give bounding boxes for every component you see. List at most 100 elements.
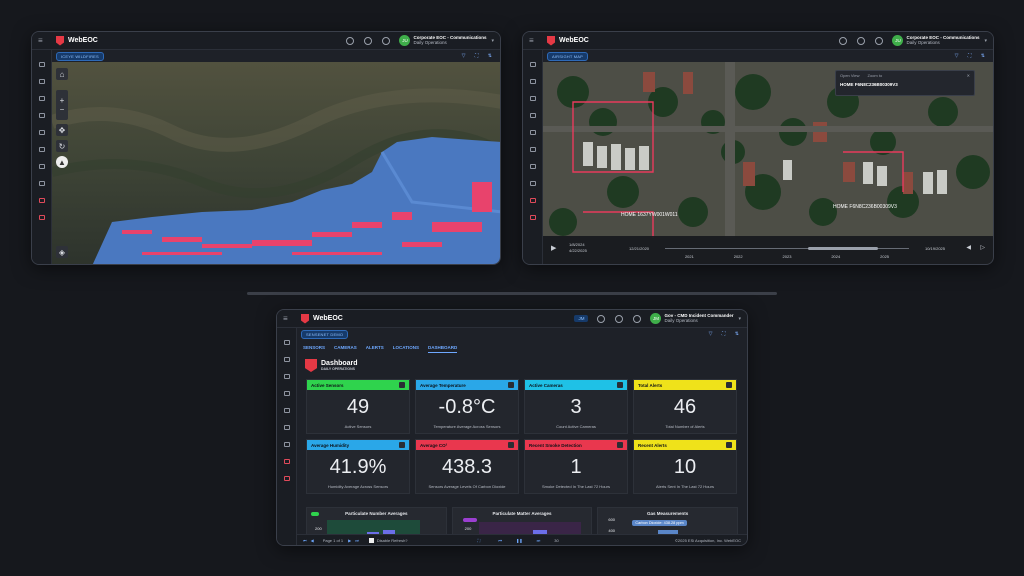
chart-icon[interactable] — [38, 215, 45, 220]
avatar[interactable]: JU — [399, 35, 411, 46]
metric-card[interactable]: Average Humidity 41.9% Humidity Average Ac… — [306, 439, 410, 494]
first-page-icon[interactable]: ⏮ — [303, 538, 307, 543]
tab-dashboard[interactable]: DASHBOARD — [427, 345, 458, 353]
board-chip[interactable]: ICEYE WILDFIRES — [56, 51, 104, 61]
checklist-icon[interactable] — [283, 357, 290, 362]
boards-icon[interactable] — [529, 79, 536, 84]
metric-card[interactable]: Recent Alerts 10 Alerts Sent In The Last 7… — [633, 439, 737, 494]
user-info[interactable]: Gov - CMD Incident Commander Daily Opera… — [664, 313, 733, 324]
help-icon[interactable] — [839, 36, 848, 45]
book-icon[interactable] — [283, 442, 290, 447]
mini-chart-matter[interactable]: Particulate Matter Averages 200 — [451, 507, 593, 534]
chat-icon[interactable] — [38, 147, 45, 152]
users-icon[interactable] — [633, 314, 642, 323]
chevron-down-icon[interactable]: ▾ — [491, 38, 494, 44]
card-menu-icon[interactable] — [399, 442, 405, 448]
metric-card[interactable]: Average CO² 438.3 Sensors Average Levels O… — [415, 439, 519, 494]
pan-icon[interactable]: ✥ — [56, 124, 68, 136]
checklist-icon[interactable] — [38, 96, 45, 101]
pause-icon[interactable]: ❚❚ — [516, 538, 523, 543]
users-icon[interactable] — [382, 36, 391, 45]
layers-icon[interactable]: ◈ — [56, 246, 68, 258]
bell-icon[interactable] — [857, 36, 866, 45]
chat-icon[interactable] — [529, 147, 536, 152]
tab-cameras[interactable]: CAMERAS — [334, 345, 357, 353]
refresh-checkbox[interactable] — [368, 537, 374, 543]
map-icon[interactable] — [283, 391, 290, 396]
metric-card[interactable]: Recent Smoke Detection 1 Smoke Detected In… — [524, 439, 628, 494]
home-icon[interactable] — [283, 340, 290, 345]
skip-back-icon[interactable]: ⏮ — [498, 538, 502, 543]
terrain-map[interactable]: ⌂ + − ✥ ↻ ▲ ◈ — [52, 62, 500, 264]
rotate-icon[interactable]: ↻ — [56, 140, 68, 152]
users-icon[interactable] — [875, 36, 884, 45]
play-icon[interactable]: ▶ — [551, 244, 556, 252]
tab-sensors[interactable]: SENSORS — [303, 345, 325, 353]
chart-icon[interactable] — [283, 476, 290, 481]
board-chip[interactable]: AIRSIGHT MAP — [547, 51, 588, 61]
step-forward-icon[interactable]: ▷ — [980, 244, 985, 251]
zoom-to-link[interactable]: Zoom to — [868, 73, 883, 78]
home-view-icon[interactable]: ⌂ — [56, 68, 68, 80]
fit-icon[interactable]: ⛶ — [478, 538, 481, 543]
metric-card[interactable]: Active Cameras 3 Count Active Cameras — [524, 379, 628, 434]
card-menu-icon[interactable] — [617, 442, 623, 448]
card-menu-icon[interactable] — [508, 382, 514, 388]
menu-icon[interactable]: ≡ — [283, 314, 295, 323]
boards-icon[interactable] — [283, 374, 290, 379]
panel-tools[interactable]: ▽ ⛶ ⇅ — [955, 53, 989, 59]
panel-tools[interactable]: ▽ ⛶ ⇅ — [709, 331, 743, 337]
card-menu-icon[interactable] — [508, 442, 514, 448]
checklist-icon[interactable] — [529, 96, 536, 101]
audio-icon[interactable] — [283, 425, 290, 430]
step-back-icon[interactable]: ◀ — [966, 244, 971, 251]
avatar[interactable]: JU — [892, 35, 904, 46]
home-icon[interactable] — [38, 62, 45, 67]
timeline-range[interactable] — [808, 247, 878, 250]
card-menu-icon[interactable] — [399, 382, 405, 388]
chevron-down-icon[interactable]: ▾ — [984, 38, 987, 44]
page-size[interactable]: 30 — [554, 538, 558, 543]
book-icon[interactable] — [38, 181, 45, 186]
chart-icon[interactable] — [529, 215, 536, 220]
audio-icon[interactable] — [529, 164, 536, 169]
bell-icon[interactable] — [615, 314, 624, 323]
prev-page-icon[interactable]: ◀ — [311, 538, 314, 543]
skip-forward-icon[interactable]: ⏭ — [537, 538, 541, 543]
tab-alerts[interactable]: ALERTS — [366, 345, 384, 353]
tab-locations[interactable]: LOCATIONS — [393, 345, 419, 353]
avatar[interactable]: JM — [650, 313, 662, 324]
open-view-link[interactable]: Open View — [840, 73, 860, 78]
metric-card[interactable]: Active Sensors 49 Active Sensors — [306, 379, 410, 434]
map-label-home-a[interactable]: HOME 1637YW001W011 — [621, 212, 678, 218]
chevron-down-icon[interactable]: ▾ — [738, 316, 741, 322]
audio-icon[interactable] — [38, 164, 45, 169]
compass-icon[interactable]: ▲ — [56, 156, 68, 168]
mini-chart-number[interactable]: Particulate Number Averages 200 — [306, 507, 447, 534]
menu-icon[interactable]: ≡ — [529, 36, 541, 45]
inbox-icon[interactable] — [283, 408, 290, 413]
inbox-icon[interactable] — [529, 130, 536, 135]
map-icon[interactable] — [38, 113, 45, 118]
user-badge[interactable]: JM — [574, 315, 589, 322]
card-menu-icon[interactable] — [726, 442, 732, 448]
map-icon[interactable] — [529, 113, 536, 118]
card-menu-icon[interactable] — [726, 382, 732, 388]
zoom-control[interactable]: + − — [56, 90, 68, 120]
bell-icon[interactable] — [364, 36, 373, 45]
globe-icon[interactable] — [38, 198, 45, 203]
map-label-home-b[interactable]: HOME F6N8C236B00309V3 — [833, 204, 897, 210]
home-icon[interactable] — [529, 62, 536, 67]
user-info[interactable]: Corporate EOC - Communications Daily Ope… — [413, 35, 486, 46]
globe-icon[interactable] — [529, 198, 536, 203]
inbox-icon[interactable] — [38, 130, 45, 135]
menu-icon[interactable]: ≡ — [38, 36, 50, 45]
metric-card[interactable]: Total Alerts 46 Total Number of Alerts — [633, 379, 737, 434]
board-chip[interactable]: SENSENET DEMO — [301, 329, 349, 339]
boards-icon[interactable] — [38, 79, 45, 84]
book-icon[interactable] — [529, 181, 536, 186]
user-info[interactable]: Corporate EOC - Communications Daily Ope… — [906, 35, 979, 46]
card-menu-icon[interactable] — [617, 382, 623, 388]
metric-card[interactable]: Average Temperature -0.8°C Temperature Ave… — [415, 379, 519, 434]
help-icon[interactable] — [597, 314, 606, 323]
